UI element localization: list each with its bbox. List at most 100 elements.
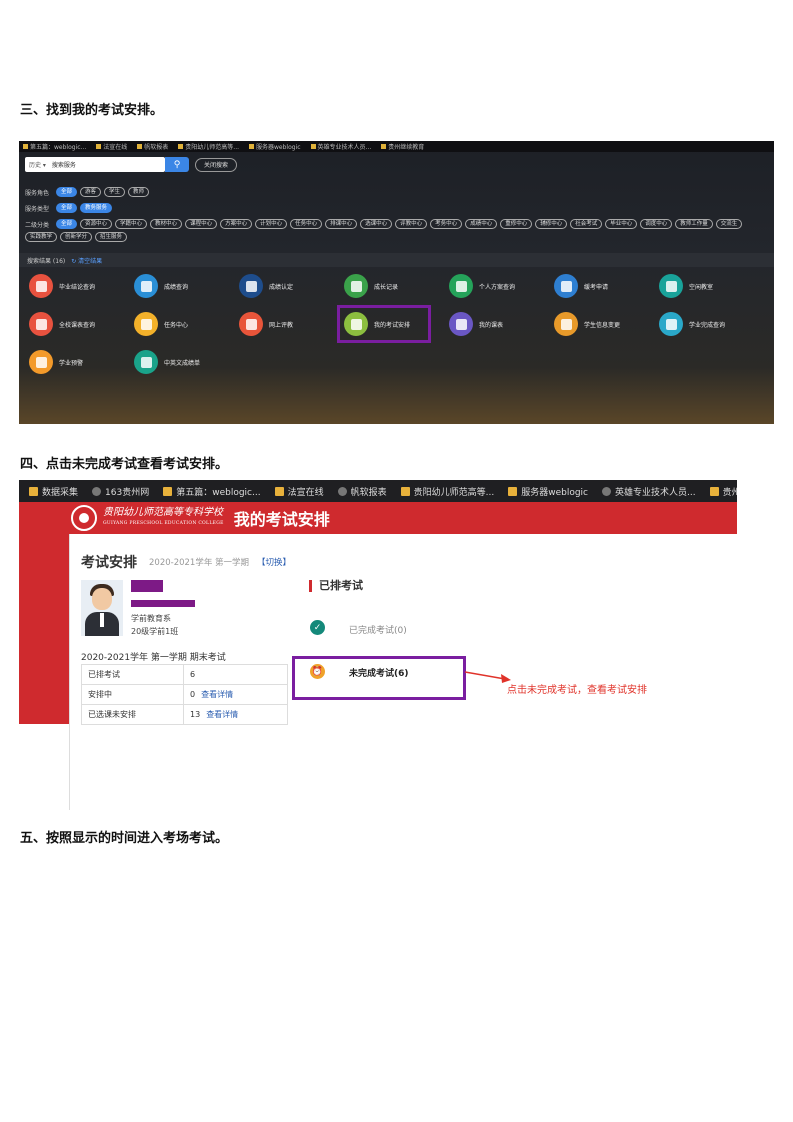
service-icon bbox=[449, 312, 473, 336]
bookmark-item[interactable]: 163贵州网 bbox=[92, 485, 149, 498]
bookmark-item[interactable]: 英雄专业技术人员... bbox=[601, 485, 696, 498]
service-tile[interactable]: 成长记录 bbox=[344, 273, 449, 299]
bookmark-label: 贵阳幼儿师范高等... bbox=[185, 144, 240, 151]
bookmark-item[interactable]: 帆软报表 bbox=[137, 142, 168, 151]
clear-results-link[interactable]: ↻ 清空结果 bbox=[71, 256, 102, 265]
bookmark-item[interactable]: 贵州继续教育 bbox=[381, 142, 424, 151]
filter-chip[interactable]: 全部 bbox=[56, 187, 78, 197]
filter-chip[interactable]: 考务中心 bbox=[430, 219, 463, 229]
filter-chip[interactable]: 调度中心 bbox=[640, 219, 673, 229]
filter-chip[interactable]: 学生 bbox=[104, 187, 126, 197]
filter-chip[interactable]: 招生服务 bbox=[95, 232, 128, 242]
view-details-link[interactable]: 查看详情 bbox=[201, 690, 233, 699]
app-title: 我的考试安排 bbox=[233, 510, 330, 529]
service-tile[interactable]: 学业预警 bbox=[29, 349, 134, 375]
switch-term-link[interactable]: 【切换】 bbox=[257, 556, 291, 568]
service-label: 任务中心 bbox=[164, 321, 189, 329]
service-label: 我的课表 bbox=[479, 321, 504, 329]
search-value: 搜索服务 bbox=[51, 162, 76, 169]
student-department: 学前教育系 bbox=[131, 614, 171, 623]
service-tile[interactable]: 学业完成查询 bbox=[659, 311, 764, 337]
service-tile[interactable]: 成绩查询 bbox=[134, 273, 239, 299]
close-search-button[interactable]: 关闭搜索 bbox=[195, 157, 238, 172]
service-icon bbox=[554, 274, 578, 298]
filter-chip[interactable]: 辅修中心 bbox=[535, 219, 568, 229]
bookmark-icon bbox=[96, 144, 102, 149]
search-scope[interactable]: 历史 ▾ bbox=[29, 160, 46, 169]
bookmark-icon bbox=[274, 486, 284, 496]
filter-chip[interactable]: 评教中心 bbox=[395, 219, 428, 229]
service-tile[interactable]: 个人方案查询 bbox=[449, 273, 554, 299]
service-tile[interactable]: 中英文成绩单 bbox=[134, 349, 239, 375]
filter-chip[interactable]: 创新学分 bbox=[60, 232, 93, 242]
filter-chip[interactable]: 资源中心 bbox=[80, 219, 113, 229]
filter-chip[interactable]: 全部 bbox=[56, 203, 78, 213]
filter-chip[interactable]: 选课中心 bbox=[360, 219, 393, 229]
service-label: 成长记录 bbox=[374, 283, 399, 291]
bookmark-icon bbox=[178, 144, 184, 149]
table-row: 已选课未安排 13 查看详情 bbox=[81, 704, 288, 725]
bookmark-item[interactable]: 贵州继续教 bbox=[709, 485, 737, 498]
bookmark-label: 贵阳幼儿师范高等... bbox=[413, 487, 495, 498]
filter-chip[interactable]: 重修中心 bbox=[500, 219, 533, 229]
bookmark-item[interactable]: 数据采集 bbox=[29, 485, 78, 498]
bookmark-icon bbox=[381, 144, 387, 149]
filter-chip[interactable]: 毕业中心 bbox=[605, 219, 638, 229]
filter-chip[interactable]: 实践教学 bbox=[25, 232, 58, 242]
search-icon[interactable]: ⚲ bbox=[165, 157, 189, 172]
service-tile[interactable]: 全校课表查询 bbox=[29, 311, 134, 337]
service-icon bbox=[239, 312, 263, 336]
app-header: 贵阳幼儿师范高等专科学校 GUIYANG PRESCHOOL EDUCATION… bbox=[19, 502, 737, 534]
filter-chip[interactable]: 社会考试 bbox=[570, 219, 603, 229]
bookmark-icon bbox=[92, 486, 102, 496]
service-tile[interactable]: 缓考申请 bbox=[554, 273, 659, 299]
bookmark-item[interactable]: 帆软报表 bbox=[337, 485, 387, 498]
stat-label: 已选课未安排 bbox=[81, 704, 184, 725]
bookmark-label: 贵州继续教育 bbox=[388, 144, 425, 151]
highlight-box-uncompleted bbox=[292, 656, 466, 700]
bookmark-item[interactable]: 贵阳幼儿师范高等... bbox=[178, 142, 239, 151]
bookmark-label: 法宣在线 bbox=[287, 487, 324, 498]
bookmark-item[interactable]: 贵阳幼儿师范高等... bbox=[400, 485, 495, 498]
service-tile[interactable]: 任务中心 bbox=[134, 311, 239, 337]
bookmark-icon bbox=[709, 486, 719, 496]
filter-chip[interactable]: 教师工作量 bbox=[675, 219, 713, 229]
bookmark-label: 法宣在线 bbox=[103, 144, 128, 151]
filter-chip[interactable]: 全部 bbox=[56, 219, 78, 229]
bookmark-item[interactable]: 英雄专业技术人员... bbox=[310, 142, 371, 151]
service-tile[interactable]: 网上评教 bbox=[239, 311, 344, 337]
bookmark-item[interactable]: 法宣在线 bbox=[96, 142, 127, 151]
view-details-link[interactable]: 查看详情 bbox=[206, 710, 238, 719]
service-tile[interactable]: 学生信息变更 bbox=[554, 311, 659, 337]
filter-chip[interactable]: 成绩中心 bbox=[465, 219, 498, 229]
filter-chip[interactable]: 计划中心 bbox=[255, 219, 288, 229]
check-circle-icon: ✓ bbox=[310, 620, 325, 635]
bookmark-item[interactable]: 法宣在线 bbox=[274, 485, 324, 498]
filter-chip[interactable]: 课程中心 bbox=[185, 219, 218, 229]
panel-divider bbox=[69, 534, 70, 810]
filter-chip[interactable]: 游客 bbox=[80, 187, 102, 197]
redacted-name bbox=[131, 580, 163, 592]
filter-chip[interactable]: 方案中心 bbox=[220, 219, 253, 229]
service-tile[interactable]: 成绩认定 bbox=[239, 273, 344, 299]
filter-chip[interactable]: 教务服务 bbox=[80, 203, 113, 213]
completed-exams-item[interactable]: 已完成考试(0) bbox=[349, 623, 407, 636]
service-label: 毕业结论查询 bbox=[59, 283, 96, 291]
service-tile[interactable]: 我的课表 bbox=[449, 311, 554, 337]
service-tile[interactable]: 毕业结论查询 bbox=[29, 273, 134, 299]
service-tile[interactable]: 空闲教室 bbox=[659, 273, 764, 299]
bookmarks-bar: 第五篇：weblogic... 法宣在线 帆软报表 贵阳幼儿师范高等... 服务器web… bbox=[19, 141, 774, 152]
filter-chip[interactable]: 排课中心 bbox=[325, 219, 358, 229]
filter-chip[interactable]: 教师 bbox=[128, 187, 150, 197]
instruction-hint: 点击未完成考试，查看考试安排 bbox=[507, 685, 647, 696]
filter-chip[interactable]: 任务中心 bbox=[290, 219, 323, 229]
bookmark-item[interactable]: 服务器weblogic bbox=[249, 142, 301, 151]
bookmark-item[interactable]: 第五篇：weblogic... bbox=[163, 485, 261, 498]
filter-chip[interactable]: 教材中心 bbox=[150, 219, 183, 229]
filter-chip[interactable]: 学籍中心 bbox=[115, 219, 148, 229]
service-label: 成绩查询 bbox=[164, 283, 189, 291]
filter-chip[interactable]: 交流生 bbox=[715, 219, 743, 229]
bookmark-item[interactable]: 服务器weblogic bbox=[508, 485, 588, 498]
bookmark-item[interactable]: 第五篇：weblogic... bbox=[23, 142, 86, 151]
search-input[interactable]: 历史 ▾ 搜索服务 bbox=[25, 157, 165, 172]
